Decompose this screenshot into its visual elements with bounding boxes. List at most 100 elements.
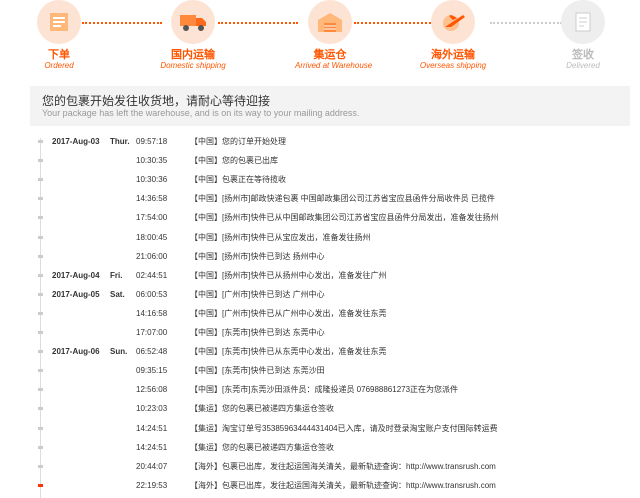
- timeline-row: 2017-Aug-05 Sat. 06:00:53 【中国】[广州市]快件已到达 广州…: [30, 285, 640, 304]
- event-description: 【中国】[扬州市]邮政快递包裹 中国邮政集团公司江苏省宝应县函件分局收件员 已揽…: [190, 194, 495, 204]
- event-time: 18:00:45: [136, 232, 168, 242]
- step-overseas-shipping: 海外运输 Overseas shipping: [418, 0, 488, 71]
- timeline-row: 14:24:51 【集运】淘宝订单号35385963444431404已入库，请及…: [30, 419, 640, 438]
- event-description: 【海外】包裹已出库，发往起运国海关清关，最新轨迹查询：http://www.tr…: [190, 480, 496, 490]
- step-sublabel: Ordered: [44, 61, 74, 70]
- step-label: 海外运输: [431, 49, 475, 61]
- step-arrived-at-warehouse: 集运仓 Arrived at Warehouse: [295, 0, 373, 71]
- event-time: 10:30:36: [136, 175, 168, 185]
- event-time: 14:24:51: [136, 442, 168, 452]
- timeline-row: 14:24:51 【集运】您的包裹已被递四方集运仓签收: [30, 438, 640, 457]
- event-description: 【中国】[扬州市]快件已到达 扬州中心: [190, 251, 325, 261]
- event-time: 12:56:08: [136, 385, 168, 395]
- event-description: 【中国】[扬州市]快件已从中国邮政集团公司江苏省宝应县函件分局发出，准备发往扬州: [190, 213, 499, 223]
- event-description: 【中国】[广州市]快件已从广州中心发出，准备发往东莞: [190, 308, 387, 318]
- event-time: 10:30:35: [136, 156, 168, 166]
- signed-document-icon: [561, 0, 605, 44]
- event-marker: [38, 331, 43, 334]
- event-time: 17:54:00: [136, 213, 168, 223]
- timeline-row: 20:44:07 【海外】包裹已出库，发往起运国海关清关，最新轨迹查询：http:…: [30, 457, 640, 476]
- event-weekday: Fri.: [110, 270, 123, 280]
- step-connector: [82, 22, 162, 24]
- progress-steps: 下单 Ordered 国内运输 Domestic shipping 集运仓 Ar: [0, 0, 640, 80]
- timeline-row: 22:19:53 【海外】包裹已出库，发往起运国海关清关，最新轨迹查询：http:…: [30, 476, 640, 495]
- current-event-marker: [38, 483, 43, 487]
- event-weekday: Thur.: [110, 137, 130, 146]
- event-weekday: Sat.: [110, 289, 125, 299]
- event-time: 10:23:03: [136, 404, 168, 414]
- event-time: 09:35:15: [136, 366, 168, 376]
- step-domestic-shipping: 国内运输 Domestic shipping: [158, 0, 228, 71]
- timeline-row: 17:07:00 【中国】[东莞市]快件已到达 东莞中心: [30, 323, 640, 342]
- timeline-row: 21:06:00 【中国】[扬州市]快件已到达 扬州中心: [30, 247, 640, 266]
- step-label: 下单: [48, 49, 70, 61]
- event-time: 14:24:51: [136, 423, 168, 433]
- timeline-row: 09:35:15 【中国】[东莞市]快件已到达 东莞沙田: [30, 361, 640, 380]
- timeline-row: 14:16:58 【中国】[广州市]快件已从广州中心发出，准备发往东莞: [30, 304, 640, 323]
- event-time: 06:00:53: [136, 289, 168, 299]
- status-subtext: Your package has left the warehouse, and…: [42, 108, 360, 118]
- event-weekday: Sun.: [110, 347, 128, 357]
- timeline-row: 10:30:36 【中国】包裹正在等待揽收: [30, 170, 640, 189]
- order-form-icon: [37, 0, 81, 44]
- event-marker: [38, 140, 43, 143]
- airplane-icon: [431, 0, 475, 44]
- timeline-row: 10:30:35 【中国】您的包裹已出库: [30, 151, 640, 170]
- event-marker: [38, 178, 43, 182]
- event-description: 【中国】[扬州市]快件已从宝应发出，准备发往扬州: [190, 232, 371, 242]
- status-text: 您的包裹开始发往收货地，请耐心等待迎接: [42, 94, 271, 108]
- event-description: 【集运】您的包裹已被递四方集运仓签收: [190, 442, 334, 452]
- event-time: 17:07:00: [136, 328, 168, 337]
- event-time: 21:06:00: [136, 251, 168, 261]
- event-marker: [38, 254, 43, 258]
- event-time: 14:36:58: [136, 194, 168, 204]
- event-time: 02:44:51: [136, 270, 168, 280]
- event-marker: [38, 197, 43, 201]
- event-marker: [38, 216, 43, 220]
- event-marker: [38, 159, 43, 163]
- event-marker: [38, 388, 43, 392]
- step-delivered: 签收 Delivered: [548, 0, 618, 71]
- delivery-truck-icon: [171, 0, 215, 44]
- event-description: 【中国】包裹正在等待揽收: [190, 175, 286, 185]
- step-label: 国内运输: [171, 49, 215, 61]
- event-marker: [38, 311, 43, 315]
- event-time: 22:19:53: [136, 480, 168, 490]
- event-date: 2017-Aug-06: [52, 347, 100, 357]
- event-description: 【中国】[东莞市]快件已到达 东莞沙田: [190, 366, 325, 376]
- event-description: 【中国】[东莞市]东莞沙田派件员：成隆投递员 076988861273正在为您派…: [190, 385, 459, 395]
- timeline-row: 2017-Aug-04 Fri. 02:44:51 【中国】[扬州市]快件已从扬州中心…: [30, 266, 640, 285]
- event-time: 20:44:07: [136, 461, 168, 471]
- event-description: 【海外】包裹已出库，发往起运国海关清关，最新轨迹查询：http://www.tr…: [190, 461, 496, 471]
- event-marker: [38, 464, 43, 468]
- timeline-row: 18:00:45 【中国】[扬州市]快件已从宝应发出，准备发往扬州: [30, 228, 640, 247]
- event-marker: [38, 445, 43, 449]
- timeline-row: 2017-Aug-06 Sun. 06:52:48 【中国】[东莞市]快件已从东莞中心…: [30, 342, 640, 361]
- step-connector: [218, 22, 298, 24]
- step-sublabel: Domestic shipping: [160, 61, 226, 70]
- step-label: 签收: [572, 49, 594, 61]
- event-description: 【中国】您的订单开始处理: [190, 137, 286, 146]
- event-time: 14:16:58: [136, 308, 168, 318]
- step-sublabel: Delivered: [566, 61, 600, 70]
- event-time: 09:57:18: [136, 137, 168, 146]
- timeline-row: 12:56:08 【中国】[东莞市]东莞沙田派件员：成隆投递员 076988861…: [30, 380, 640, 399]
- tracking-timeline: 2017-Aug-03 Thur. 09:57:18 【中国】您的订单开始处理 10:3…: [30, 132, 640, 498]
- event-marker: [38, 350, 43, 354]
- timeline-row: 2017-Aug-03 Thur. 09:57:18 【中国】您的订单开始处理: [30, 132, 640, 151]
- timeline-row: 14:36:58 【中国】[扬州市]邮政快递包裹 中国邮政集团公司江苏省宝应县函件…: [30, 189, 640, 208]
- event-marker: [38, 369, 43, 373]
- event-marker: [38, 273, 43, 277]
- event-description: 【集运】淘宝订单号35385963444431404已入库，请及时登录淘宝账户支…: [190, 423, 498, 433]
- event-description: 【中国】[东莞市]快件已从东莞中心发出，准备发往东莞: [190, 347, 387, 357]
- status-banner: 您的包裹开始发往收货地，请耐心等待迎接 Your package has lef…: [30, 86, 630, 126]
- event-time: 06:52:48: [136, 347, 168, 357]
- event-description: 【中国】[扬州市]快件已从扬州中心发出，准备发往广州: [190, 270, 387, 280]
- step-label: 集运仓: [313, 49, 347, 61]
- warehouse-icon: [308, 0, 352, 44]
- timeline-row: 17:54:00 【中国】[扬州市]快件已从中国邮政集团公司江苏省宝应县函件分局发…: [30, 208, 640, 227]
- event-description: 【中国】[东莞市]快件已到达 东莞中心: [190, 328, 325, 337]
- timeline-row: 10:23:03 【集运】您的包裹已被递四方集运仓签收: [30, 399, 640, 418]
- step-sublabel: Arrived at Warehouse: [295, 61, 373, 70]
- event-description: 【中国】您的包裹已出库: [190, 156, 278, 166]
